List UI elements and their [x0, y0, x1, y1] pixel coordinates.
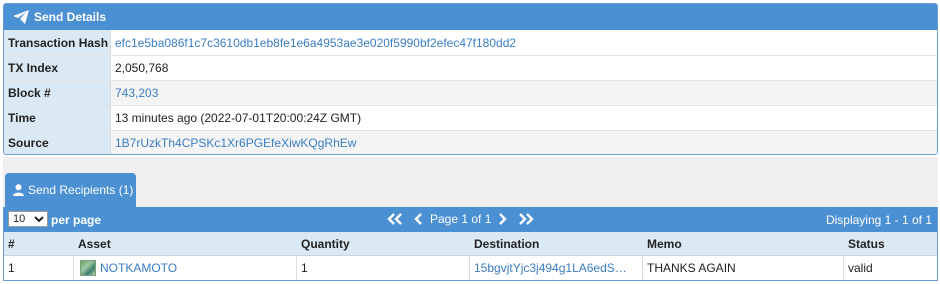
detail-row-source: Source 1B7rUzkTh4CPSKc1Xr6PGEfeXiwKQgRhE… — [4, 130, 937, 154]
send-details-panel: Send Details Transaction Hash efc1e5ba08… — [3, 3, 938, 155]
prev-page-icon[interactable] — [414, 213, 423, 225]
page-indicator: Page 1 of 1 — [430, 212, 492, 226]
column-header-quantity[interactable]: Quantity — [297, 232, 470, 255]
detail-row-block: Block # 743,203 — [4, 80, 937, 105]
column-header-asset[interactable]: Asset — [74, 232, 297, 255]
destination-address-link[interactable]: 15bgvjtYjc3j494g1LA6edSWt... — [474, 261, 634, 275]
detail-label: Transaction Hash — [4, 30, 111, 55]
pager-nav: Page 1 of 1 — [386, 210, 535, 228]
recipients-grid: 10 per page Page 1 of 1 Displaying 1 - 1… — [3, 207, 938, 281]
tx-index-value: 2,050,768 — [115, 61, 169, 75]
pager-bar: 10 per page Page 1 of 1 Displaying 1 - 1… — [4, 207, 937, 232]
last-page-icon[interactable] — [517, 213, 535, 225]
memo-cell: THANKS AGAIN — [643, 256, 844, 280]
detail-label: Time — [4, 106, 111, 130]
quantity-cell: 1 — [297, 256, 470, 280]
row-number: 1 — [4, 256, 74, 280]
asset-link[interactable]: NOTKAMOTO — [100, 261, 177, 275]
detail-label: Block # — [4, 81, 111, 105]
column-header-status[interactable]: Status — [844, 232, 937, 255]
detail-row-time: Time 13 minutes ago (2022-07-01T20:00:24… — [4, 105, 937, 130]
column-header-num[interactable]: # — [4, 232, 74, 255]
displaying-count: Displaying 1 - 1 of 1 — [825, 213, 932, 227]
tab-label: Send Recipients (1) — [28, 183, 134, 197]
block-link[interactable]: 743,203 — [115, 86, 158, 100]
status-cell: valid — [848, 261, 873, 275]
transaction-hash-link[interactable]: efc1e5ba086f1c7c3610db1eb8fe1e6a4953ae3e… — [115, 36, 516, 50]
first-page-icon[interactable] — [386, 213, 404, 225]
per-page-select[interactable]: 10 — [8, 211, 48, 227]
column-header-destination[interactable]: Destination — [470, 232, 643, 255]
detail-label: Source — [4, 131, 111, 154]
send-details-header: Send Details — [4, 4, 937, 30]
detail-row-hash: Transaction Hash efc1e5ba086f1c7c3610db1… — [4, 30, 937, 55]
table-header: # Asset Quantity Destination Memo Status — [4, 232, 937, 256]
tab-send-recipients[interactable]: Send Recipients (1) — [5, 173, 136, 207]
paper-plane-icon — [13, 10, 29, 24]
asset-cell: NOTKAMOTO — [74, 256, 297, 280]
detail-row-tx-index: TX Index 2,050,768 — [4, 55, 937, 80]
recipients-section: Send Recipients (1) 10 per page Page 1 o… — [3, 157, 938, 281]
table-row: 1 NOTKAMOTO 1 15bgvjtYjc3j494g1LA6edSWt.… — [4, 256, 937, 280]
per-page-label: per page — [51, 213, 102, 227]
user-icon — [13, 184, 24, 196]
asset-thumbnail-icon — [80, 260, 96, 276]
detail-label: TX Index — [4, 56, 111, 80]
source-address-link[interactable]: 1B7rUzkTh4CPSKc1Xr6PGEfeXiwKQgRhEw — [115, 136, 356, 150]
send-details-title: Send Details — [34, 10, 107, 24]
next-page-icon[interactable] — [498, 213, 508, 225]
destination-cell: 15bgvjtYjc3j494g1LA6edSWt... — [470, 256, 643, 280]
column-header-memo[interactable]: Memo — [643, 232, 844, 255]
time-value: 13 minutes ago (2022-07-01T20:00:24Z GMT… — [115, 111, 362, 125]
